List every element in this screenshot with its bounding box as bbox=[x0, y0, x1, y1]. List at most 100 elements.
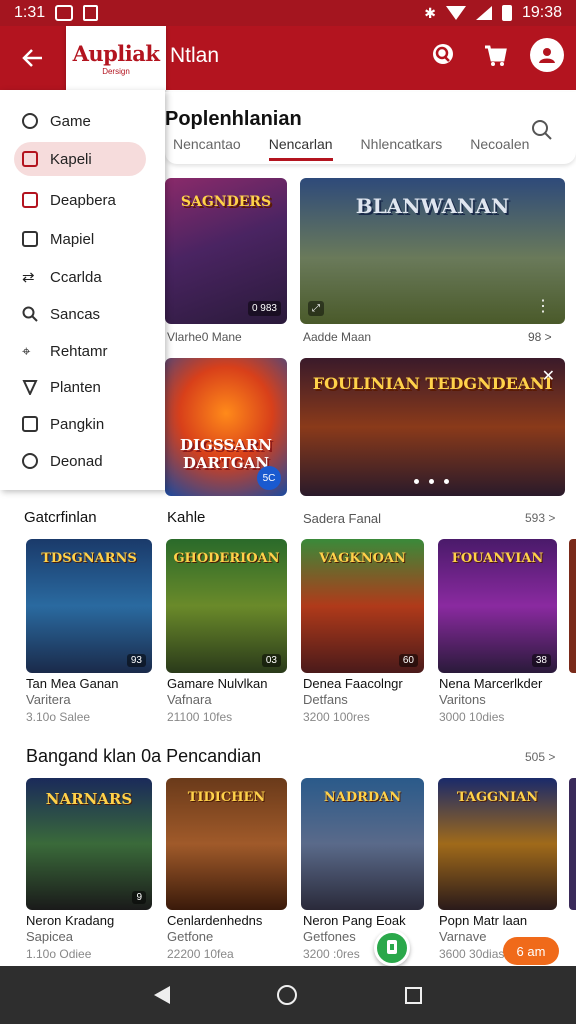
user-icon bbox=[539, 48, 555, 63]
drawer-item-2[interactable]: Kapeli bbox=[14, 142, 146, 176]
card-title: Neron Pang Eoak bbox=[303, 913, 406, 928]
game-card[interactable]: NADRDAN bbox=[301, 778, 424, 910]
time-pill[interactable]: 6 am bbox=[503, 937, 559, 965]
nav-recents-icon[interactable] bbox=[405, 986, 423, 1004]
search-button[interactable] bbox=[426, 38, 460, 72]
card-title: Tan Mea Ganan bbox=[26, 676, 119, 691]
card-meta: 3000 10dies bbox=[439, 710, 505, 724]
drawer-item-7[interactable]: ⌖ Rehtamr bbox=[14, 334, 146, 368]
featured-badge: 0 983 bbox=[247, 301, 281, 316]
carousel-dot[interactable] bbox=[444, 479, 449, 484]
card-art-title: NARNARS bbox=[45, 790, 133, 808]
game-card[interactable]: TDSGNARNS 93 bbox=[26, 539, 152, 673]
card-art-title: GHODERIOAN bbox=[173, 551, 280, 566]
tab-2[interactable]: Nencarlan bbox=[268, 136, 333, 161]
card-meta: 3600 30dias bbox=[439, 947, 505, 961]
card-art-title: NADRDAN bbox=[323, 790, 402, 805]
game-card[interactable]: TIDICHEN bbox=[166, 778, 287, 910]
row-title: Bangand klan 0a Pencandian bbox=[26, 746, 262, 766]
app-logo[interactable]: Aupliak Dersign bbox=[66, 26, 166, 90]
nav-home-icon[interactable] bbox=[277, 985, 298, 1005]
tab-3[interactable]: Nhlencatkars bbox=[361, 136, 443, 161]
card-title: Gamare Nulvlkan bbox=[167, 676, 268, 691]
card-title: Denea Faacolngr bbox=[303, 676, 403, 691]
download-icon bbox=[387, 940, 397, 954]
featured-card-3[interactable]: DIGSSARN DARTGAN 5C bbox=[165, 358, 287, 496]
card-badge: 03 bbox=[261, 654, 281, 667]
game-card[interactable]: TAGGNIAN bbox=[438, 778, 557, 910]
drawer-item-4[interactable]: Mapiel bbox=[14, 222, 146, 256]
cart-button[interactable] bbox=[478, 38, 512, 72]
card-title: Neron Kradang bbox=[26, 913, 115, 928]
card-title: Cenlardenhedns bbox=[167, 913, 263, 928]
carousel-dots bbox=[414, 479, 449, 484]
expand-icon[interactable]: ⤢ bbox=[308, 301, 324, 316]
profile-button[interactable] bbox=[530, 38, 564, 72]
drawer-item-label: Planten bbox=[50, 378, 101, 396]
see-all-link[interactable]: 593 > bbox=[525, 511, 555, 525]
row-filter[interactable]: Sadera Fanal bbox=[303, 511, 381, 526]
drawer-item-3[interactable]: Deapbera bbox=[14, 183, 146, 217]
cart-icon bbox=[485, 45, 507, 66]
card-meta: 21100 10fes bbox=[167, 710, 233, 724]
battery-icon bbox=[501, 5, 512, 21]
featured-meta[interactable]: 98 > bbox=[528, 330, 552, 344]
drawer-item-label: Mapiel bbox=[50, 230, 95, 248]
status-bar: 1:31 ✱ 19:38 bbox=[0, 0, 576, 26]
card-badge: 60 bbox=[398, 654, 418, 667]
tab-1[interactable]: Nencantao bbox=[173, 136, 241, 161]
close-icon[interactable]: ✕ bbox=[542, 366, 555, 386]
shield-icon bbox=[22, 380, 38, 395]
game-card[interactable]: VAGKNOAN 60 bbox=[301, 539, 424, 673]
drawer-item-8[interactable]: Planten bbox=[14, 370, 146, 404]
download-fab[interactable] bbox=[374, 930, 410, 966]
featured-card-4[interactable]: FOULINIAN TEDGNDEANI ✕ bbox=[300, 358, 565, 496]
card-meta: 3.10o Salee bbox=[26, 710, 91, 724]
card-subtitle: Varitons bbox=[439, 692, 486, 707]
card-meta: 3200 100res bbox=[303, 710, 370, 724]
drawer-item-10[interactable]: Deonad bbox=[14, 444, 146, 478]
featured-caption: Aadde Maan bbox=[303, 330, 372, 344]
search-icon[interactable] bbox=[530, 118, 554, 142]
status-time: 1:31 bbox=[14, 4, 46, 21]
card-art-title: TDSGNARNS bbox=[41, 551, 137, 566]
status-clock: 19:38 bbox=[521, 4, 562, 21]
featured-card-2[interactable]: BLANWANAN ⤢ ⋮ bbox=[300, 178, 565, 324]
featured-card-1[interactable]: SAGNDERS 0 983 bbox=[165, 178, 287, 324]
card-meta: 3200 :0res bbox=[303, 947, 360, 961]
drawer-item-9[interactable]: Pangkin bbox=[14, 407, 146, 441]
card-art-title: FOUANVIAN bbox=[451, 551, 544, 566]
nav-back-icon[interactable] bbox=[153, 986, 170, 1004]
signal-icon bbox=[475, 6, 492, 20]
list-box-icon bbox=[22, 416, 38, 432]
edit-box-icon bbox=[22, 151, 38, 167]
drawer-item-label: Sancas bbox=[50, 305, 101, 323]
card-art-title: TAGGNIAN bbox=[456, 790, 539, 805]
see-all-link[interactable]: 505 > bbox=[525, 750, 555, 764]
search-icon bbox=[433, 44, 453, 64]
drawer-item-label: Game bbox=[50, 112, 91, 130]
drawer-item-6[interactable]: Sancas bbox=[14, 297, 146, 331]
game-card[interactable]: NARNARS 9 bbox=[26, 778, 152, 910]
game-card-partial[interactable] bbox=[569, 778, 576, 910]
more-icon[interactable]: ⋮ bbox=[535, 296, 551, 316]
carousel-dot[interactable] bbox=[429, 479, 434, 484]
tab-4[interactable]: Necoalen bbox=[470, 136, 529, 161]
game-card[interactable]: GHODERIOAN 03 bbox=[166, 539, 287, 673]
card-subtitle: Sapicea bbox=[26, 929, 73, 944]
game-card[interactable]: FOUANVIAN 38 bbox=[438, 539, 557, 673]
back-arrow-icon[interactable] bbox=[0, 26, 66, 90]
carousel-dot[interactable] bbox=[414, 479, 419, 484]
featured-art-title: BLANWANAN bbox=[355, 194, 510, 218]
headset-icon bbox=[22, 113, 38, 129]
card-title: Popn Matr laan bbox=[439, 913, 528, 928]
bluetooth-icon: ✱ bbox=[424, 4, 436, 21]
clipboard-icon bbox=[22, 231, 38, 247]
notification-icon bbox=[55, 5, 74, 21]
drawer-item-5[interactable]: ⇄ Ccarlda bbox=[14, 260, 146, 294]
game-card-partial[interactable] bbox=[569, 539, 576, 673]
nav-drawer: Game Kapeli Deapbera Mapiel ⇄ Ccarlda Sa… bbox=[0, 90, 165, 490]
card-badge: 9 bbox=[132, 891, 146, 904]
logo-text: Aupliak bbox=[72, 40, 160, 66]
drawer-item-1[interactable]: Game bbox=[14, 104, 146, 138]
